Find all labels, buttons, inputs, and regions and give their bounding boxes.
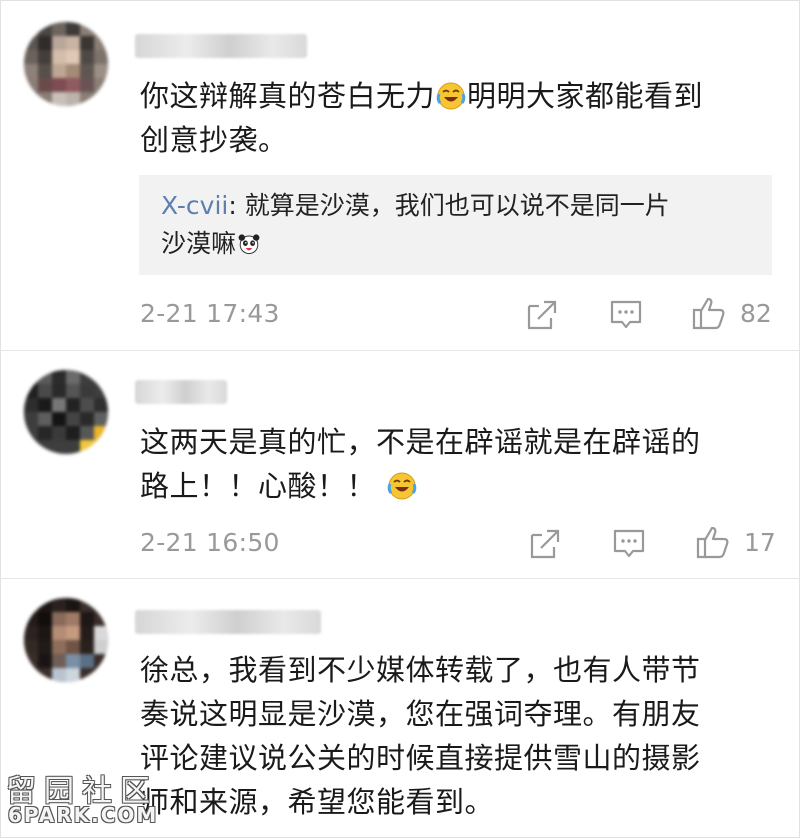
comment-text: 这两天是真的忙，不是在辟谣就是在辟谣的 路上！！心酸！！: [140, 420, 780, 508]
comment-text: 你这辩解真的苍白无力 明明大家都能看到 创意抄袭。: [140, 74, 780, 162]
avatar[interactable]: [24, 598, 108, 682]
laughing-crying-emoji-icon: [387, 472, 417, 500]
comment-text-line: 你这辩解真的苍白无力: [140, 79, 436, 113]
comment-text-line: 徐总，我看到不少媒体转载了，也有人带节: [140, 653, 701, 687]
comment-text-line: 这两天是真的忙，不是在辟谣就是在辟谣的: [140, 425, 701, 459]
avatar[interactable]: [24, 22, 108, 106]
panda-emoji-icon: [238, 234, 260, 255]
share-icon[interactable]: [525, 298, 559, 332]
thumbs-up-icon[interactable]: [696, 525, 730, 559]
reply-username-link[interactable]: X-cvii: [161, 191, 228, 220]
username-blurred[interactable]: [135, 380, 227, 404]
comment-text-line: 师和来源，希望您能看到。: [140, 785, 495, 819]
reply-separator: :: [228, 191, 245, 220]
reply-text-line: 沙漠嘛: [161, 229, 237, 258]
divider: [0, 578, 800, 579]
comment-icon[interactable]: [609, 298, 643, 332]
share-icon[interactable]: [528, 527, 562, 561]
divider: [0, 350, 800, 351]
comment-text-line: 明明大家都能看到: [467, 79, 704, 113]
watermark-logo-en: 6PARK.COM: [8, 803, 159, 827]
comment-timestamp: 2-21 16:50: [140, 528, 280, 557]
like-count: 82: [740, 299, 772, 328]
avatar[interactable]: [24, 370, 108, 454]
username-blurred[interactable]: [135, 34, 307, 58]
comment-timestamp: 2-21 17:43: [140, 299, 280, 328]
comment-text: 徐总，我看到不少媒体转载了，也有人带节 奏说这明显是沙漠，您在强词夺理。有朋友 …: [140, 648, 780, 824]
reply-text-line: 就算是沙漠，我们也可以说不是同一片: [244, 191, 670, 220]
like-count: 17: [744, 528, 776, 557]
thumbs-up-icon[interactable]: [692, 296, 726, 330]
comment-text-line: 奏说这明显是沙漠，您在强词夺理。有朋友: [140, 697, 701, 731]
quoted-reply[interactable]: X-cvii: 就算是沙漠，我们也可以说不是同一片 沙漠嘛: [139, 175, 772, 275]
comment-text-line: 创意抄袭。: [140, 123, 288, 157]
comment-text-line: 路上！！心酸！！: [140, 469, 377, 503]
comment-text-line: 评论建议说公关的时候直接提供雪山的摄影: [140, 741, 701, 775]
laughing-crying-emoji-icon: [436, 82, 466, 110]
comment-icon[interactable]: [612, 527, 646, 561]
username-blurred[interactable]: [135, 610, 321, 634]
